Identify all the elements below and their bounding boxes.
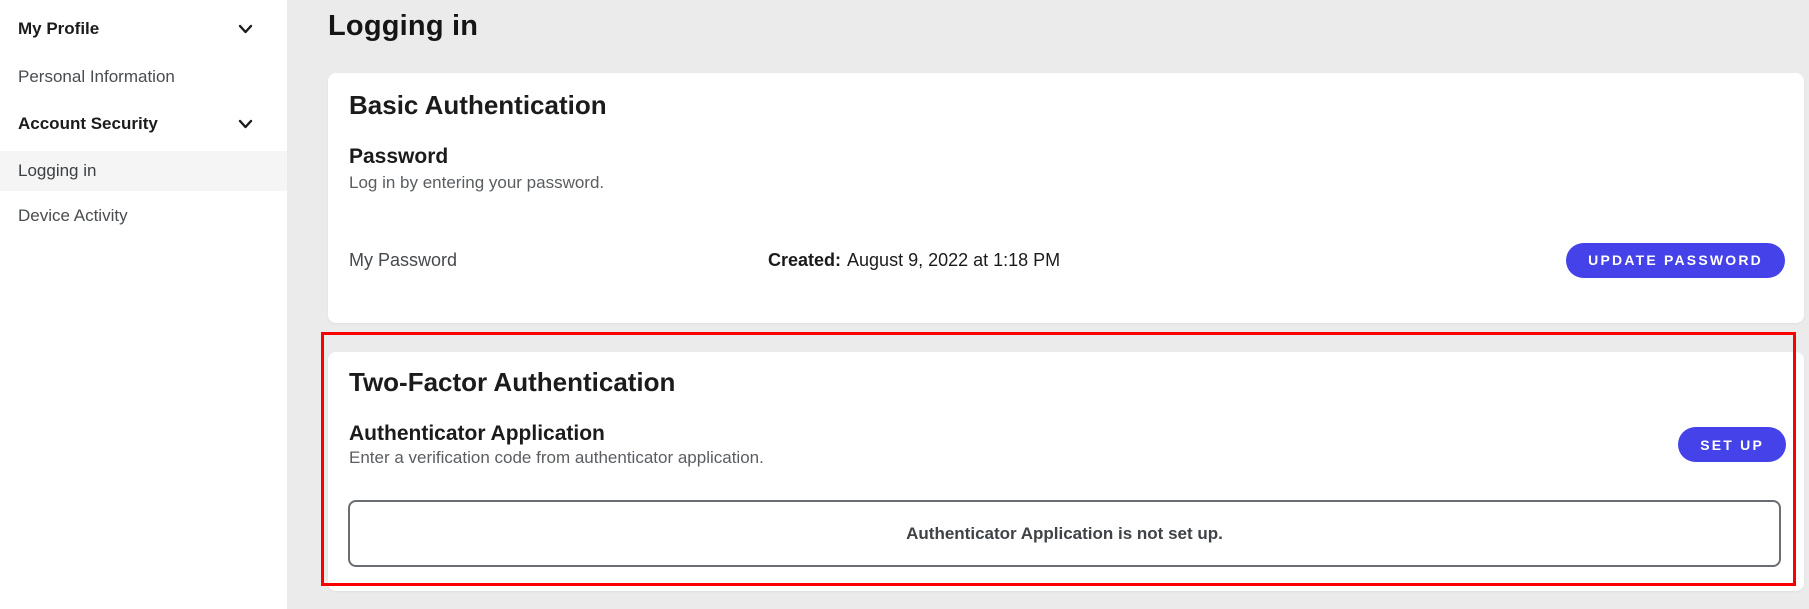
chevron-down-icon <box>238 119 253 129</box>
credential-created: Created: August 9, 2022 at 1:18 PM <box>768 250 1060 271</box>
basic-authentication-card: Basic Authentication Password Log in by … <box>328 73 1804 323</box>
sidebar-item-logging-in[interactable]: Logging in <box>0 151 287 191</box>
password-credential-row: My Password Created: August 9, 2022 at 1:… <box>349 240 1785 280</box>
created-label: Created: <box>768 250 841 270</box>
created-value: August 9, 2022 at 1:18 PM <box>847 250 1060 270</box>
password-heading: Password <box>349 145 448 169</box>
page-title: Logging in <box>328 10 478 43</box>
sidebar-item-label: My Profile <box>18 19 99 39</box>
sidebar-item-account-security[interactable]: Account Security <box>0 104 287 144</box>
authenticator-application-description: Enter a verification code from authentic… <box>349 448 764 468</box>
sidebar-item-label: Device Activity <box>18 206 128 226</box>
set-up-button[interactable]: SET UP <box>1678 427 1786 462</box>
authenticator-empty-state: Authenticator Application is not set up. <box>348 500 1781 567</box>
account-security-page: My Profile Personal Information Account … <box>0 0 1809 609</box>
authenticator-application-heading: Authenticator Application <box>349 422 605 446</box>
sidebar-item-device-activity[interactable]: Device Activity <box>0 196 287 236</box>
two-factor-heading: Two-Factor Authentication <box>349 367 675 398</box>
authenticator-empty-state-message: Authenticator Application is not set up. <box>906 524 1223 544</box>
sidebar-item-label: Logging in <box>18 161 96 181</box>
two-factor-authentication-card: Two-Factor Authentication Authenticator … <box>328 352 1804 591</box>
sidebar-item-my-profile[interactable]: My Profile <box>0 9 287 49</box>
password-description: Log in by entering your password. <box>349 173 604 193</box>
update-password-button[interactable]: UPDATE PASSWORD <box>1566 243 1785 278</box>
basic-authentication-heading: Basic Authentication <box>349 90 607 121</box>
sidebar-item-label: Personal Information <box>18 67 175 87</box>
sidebar-item-label: Account Security <box>18 114 158 134</box>
sidebar-item-personal-information[interactable]: Personal Information <box>0 57 287 97</box>
credential-name: My Password <box>349 250 768 271</box>
chevron-down-icon <box>238 24 253 34</box>
sidebar: My Profile Personal Information Account … <box>0 0 287 609</box>
